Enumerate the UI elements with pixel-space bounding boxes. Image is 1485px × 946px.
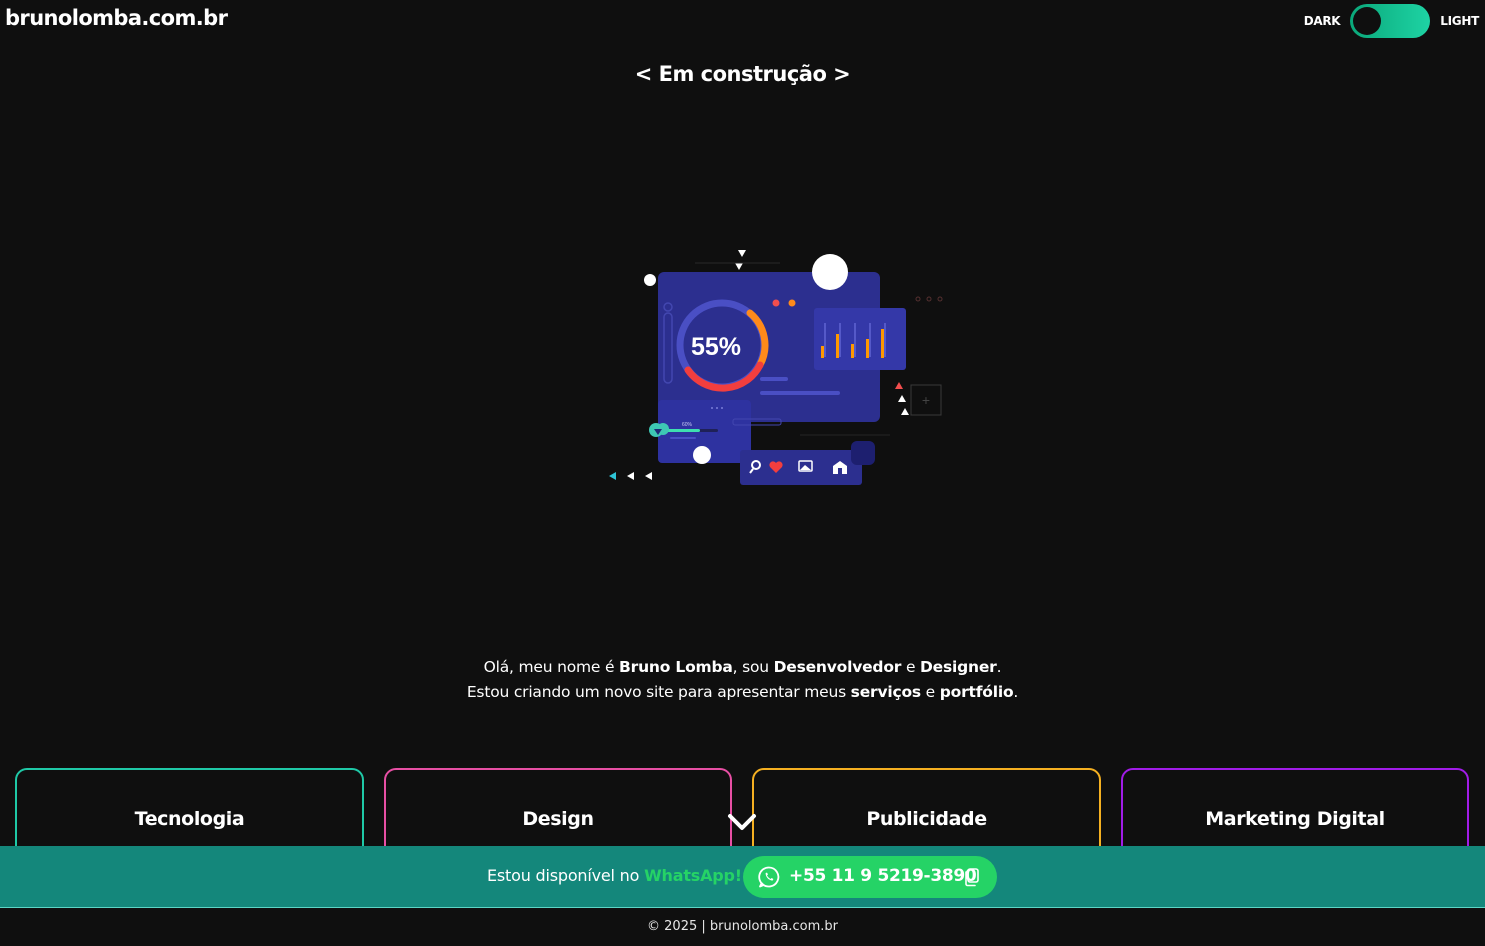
footer-copyright: © 2025 | brunolomba.com.br bbox=[647, 919, 838, 934]
small-percent-label: 60% bbox=[682, 422, 693, 428]
page-title: < Em construção > bbox=[634, 62, 851, 86]
whatsapp-text: Estou disponível no WhatsApp! bbox=[487, 866, 742, 885]
theme-toggle: DARK LIGHT bbox=[1304, 4, 1479, 38]
dark-label: DARK bbox=[1303, 14, 1341, 28]
intro-text-segment: Estou criando um novo site para apresent… bbox=[466, 683, 851, 701]
theme-switch[interactable] bbox=[1350, 4, 1431, 38]
card-label: Design bbox=[522, 808, 594, 830]
intro-text-segment: . bbox=[996, 658, 1002, 676]
whatsapp-highlight: WhatsApp! bbox=[644, 866, 742, 885]
intro-text-segment: e bbox=[920, 683, 940, 701]
card-label: Tecnologia bbox=[134, 808, 245, 830]
intro-text-segment: , sou bbox=[732, 658, 774, 676]
donut-percent-label: 55% bbox=[691, 333, 741, 361]
svg-text:+: + bbox=[922, 392, 930, 408]
dashboard-illustration: 55% + 60% bbox=[609, 250, 943, 485]
intro-text: Olá, meu nome é Bruno Lomba, sou Desenvo… bbox=[0, 655, 1485, 705]
intro-text-segment: e bbox=[901, 658, 921, 676]
light-label: LIGHT bbox=[1440, 14, 1479, 28]
intro-role-developer: Desenvolvedor bbox=[773, 658, 902, 676]
whatsapp-button[interactable]: +55 11 9 5219-3890 bbox=[743, 856, 997, 898]
intro-text-segment: . bbox=[1013, 683, 1019, 701]
switch-knob[interactable] bbox=[1353, 7, 1382, 35]
whatsapp-number[interactable]: +55 11 9 5219-3890 bbox=[789, 866, 977, 886]
whatsapp-bar: Estou disponível no WhatsApp! +55 11 9 5… bbox=[0, 846, 1485, 908]
whatsapp-text-label: Estou disponível no bbox=[487, 866, 645, 885]
intro-text-segment: Olá, meu nome é bbox=[483, 658, 620, 676]
intro-services: serviços bbox=[850, 683, 921, 701]
card-label: Publicidade bbox=[866, 808, 987, 830]
copy-icon[interactable] bbox=[963, 867, 981, 887]
intro-line-1: Olá, meu nome é Bruno Lomba, sou Desenvo… bbox=[0, 655, 1485, 680]
footer: © 2025 | brunolomba.com.br bbox=[0, 908, 1485, 945]
intro-role-designer: Designer bbox=[920, 658, 997, 676]
intro-portfolio: portfólio bbox=[939, 683, 1014, 701]
intro-name: Bruno Lomba bbox=[619, 658, 733, 676]
top-bar: brunolomba.com.br DARK LIGHT bbox=[0, 0, 1485, 42]
card-label: Marketing Digital bbox=[1205, 808, 1385, 830]
chevron-down-icon[interactable] bbox=[726, 808, 758, 836]
intro-line-2: Estou criando um novo site para apresent… bbox=[0, 680, 1485, 705]
site-logo[interactable]: brunolomba.com.br bbox=[5, 6, 228, 30]
whatsapp-icon bbox=[758, 866, 780, 888]
